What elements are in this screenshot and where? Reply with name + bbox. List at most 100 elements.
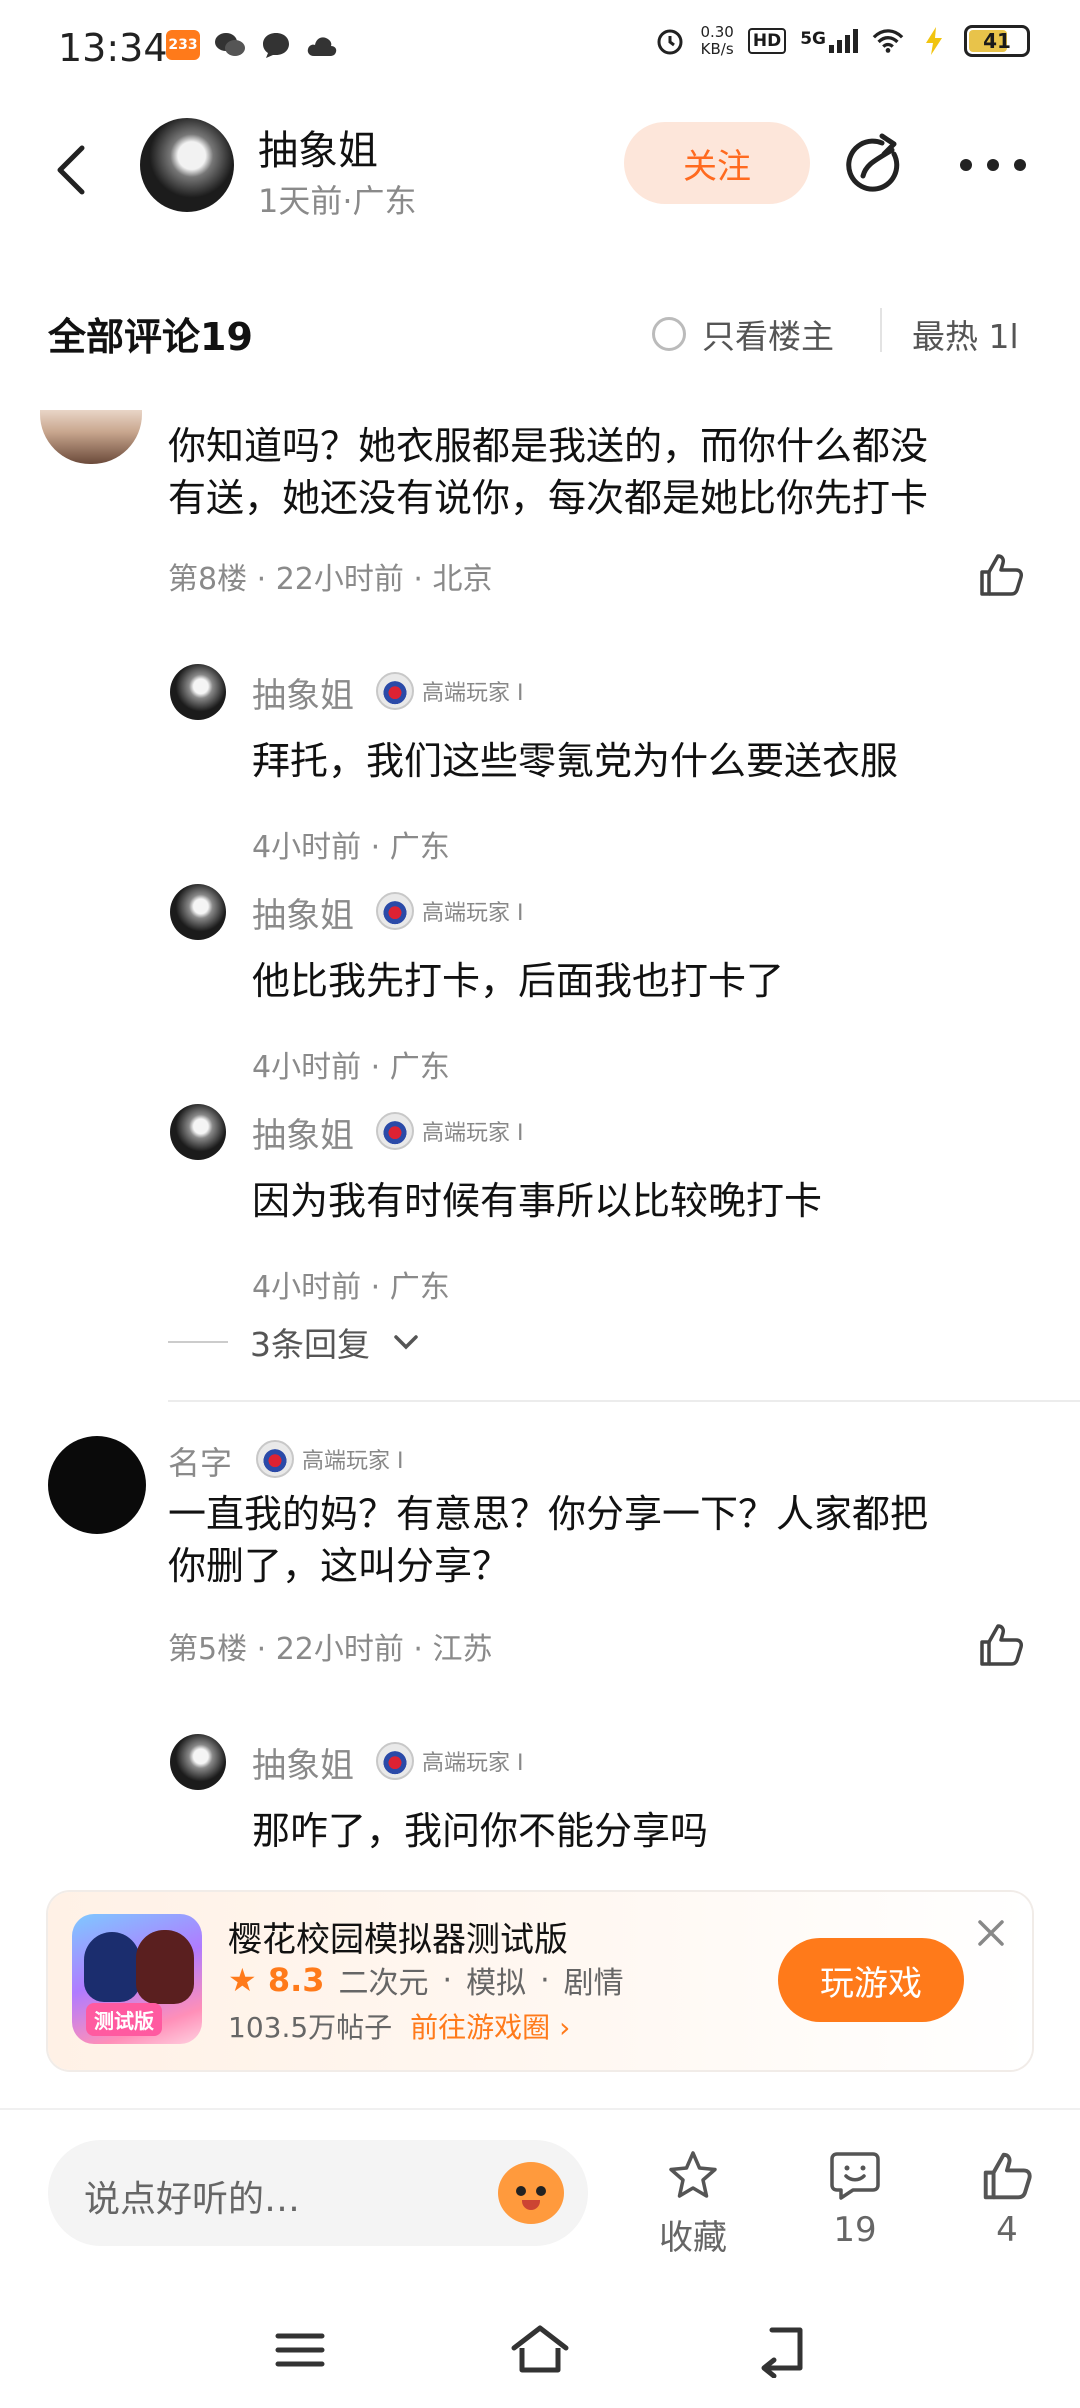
like-icon [983, 2152, 1032, 2200]
comment-input[interactable]: 说点好听的… [48, 2140, 588, 2246]
status-time: 13:34 [58, 26, 168, 70]
medal-icon [376, 672, 414, 710]
reply-text: 因为我有时候有事所以比较晚打卡 [252, 1179, 823, 1223]
comment-bubble-icon [830, 2152, 880, 2200]
medal-icon [256, 1440, 294, 1478]
divider [880, 308, 882, 352]
reply-avatar[interactable] [170, 1104, 226, 1160]
battery-level: 41 [983, 29, 1011, 53]
favorite-label: 收藏 [659, 2218, 727, 2258]
net-speed-value: 0.30 [700, 23, 734, 41]
reply-author-name[interactable]: 抽象姐 [252, 1108, 354, 1157]
reply-item: 抽象姐 高端玩家 I 因为我有时候有事所以比较晚打卡 4小时前 · 广东 [0, 1104, 1080, 1314]
reply-item: 抽象姐 高端玩家 I 他比我先打卡，后面我也打卡了 4小时前 · 广东 [0, 884, 1080, 1094]
back-button[interactable] [48, 140, 98, 200]
reply-meta: 4小时前 · 广东 [252, 1050, 450, 1085]
back-nav-icon[interactable] [752, 2322, 812, 2379]
player-badge: 高端玩家 I [376, 892, 523, 930]
battery-icon: 41 [964, 25, 1030, 57]
reply-avatar[interactable] [170, 884, 226, 940]
alarm-icon [654, 26, 686, 56]
chevron-right-icon: › [559, 2011, 571, 2044]
game-circle-link[interactable]: 前往游戏圈 › [410, 2006, 570, 2046]
signal-icon: 5G [800, 29, 858, 53]
mascot-emoji-icon[interactable] [498, 2162, 564, 2224]
like-icon[interactable] [976, 1620, 1026, 1670]
reply-text: 拜托，我们这些零氪党为什么要送衣服 [252, 739, 899, 783]
commenter-name[interactable]: 名字 [168, 1438, 232, 1484]
comments-button[interactable]: 19 [800, 2148, 910, 2250]
status-bar: 13:34 233 0.30 KB/s HD 5G 41 [0, 0, 1080, 100]
like-button[interactable]: 4 [952, 2148, 1062, 2250]
share-icon[interactable] [842, 132, 908, 198]
game-meta: ★ 8.3 二次元 · 模拟 · 剧情 [228, 1958, 624, 2002]
badge-label: 高端玩家 I [422, 681, 524, 706]
game-tag: 模拟 [466, 1966, 527, 2001]
tag-separator: · [442, 1962, 453, 1998]
app-badge-icon: 233 [166, 30, 200, 60]
comment-count: 19 [833, 2210, 877, 2250]
comments-toolbar: 全部评论19 只看楼主 最热 1l [0, 300, 1080, 360]
divider [168, 1400, 1080, 1402]
post-header: 抽象姐 1天前·广东 关注 [0, 110, 1080, 230]
reply-author-name[interactable]: 抽象姐 [252, 668, 354, 717]
chevron-down-icon [394, 1335, 418, 1350]
reply-avatar[interactable] [170, 1734, 226, 1790]
wechat-icon [214, 30, 246, 60]
game-sub: 103.5万帖子 前往游戏圈 › [228, 2006, 570, 2046]
game-icon-tag: 测试版 [86, 2003, 162, 2036]
expand-replies-button[interactable]: 3条回复 [168, 1318, 420, 1366]
net-speed: 0.30 KB/s [700, 24, 733, 58]
reply-avatar[interactable] [170, 664, 226, 720]
game-promo-card[interactable]: 测试版 樱花校园模拟器测试版 ★ 8.3 二次元 · 模拟 · 剧情 103.5… [48, 1892, 1032, 2070]
comment-text-line: 你知道吗？她衣服都是我送的，而你什么都没 [168, 424, 929, 468]
star-outline-icon [669, 2151, 717, 2198]
game-icon[interactable]: 测试版 [72, 1914, 202, 2044]
reply-text: 他比我先打卡，后面我也打卡了 [252, 959, 785, 1003]
comment-text-line: 有送，她还没有说你，每次都是她比你先打卡 [168, 476, 929, 520]
commenter-avatar[interactable] [48, 1436, 146, 1534]
divider [0, 2108, 1080, 2110]
cloud-icon [306, 30, 338, 60]
game-title[interactable]: 樱花校园模拟器测试版 [228, 1912, 568, 1961]
player-badge: 高端玩家 I [376, 1112, 523, 1150]
comments-title: 全部评论19 [48, 315, 253, 359]
more-replies-label: 3条回复 [250, 1325, 370, 1364]
play-game-button[interactable]: 玩游戏 [778, 1938, 964, 2022]
message-icon [260, 30, 292, 60]
star-icon: ★ [228, 1961, 257, 1999]
more-options-icon[interactable] [960, 150, 1026, 180]
commenter-avatar[interactable] [40, 410, 142, 464]
author-name[interactable]: 抽象姐 [258, 118, 378, 176]
hd-icon: HD [747, 28, 787, 54]
game-circle-label: 前往游戏圈 [410, 2011, 551, 2044]
medal-icon [376, 1742, 414, 1780]
menu-icon[interactable] [270, 2322, 330, 2378]
comment-text: 一直我的妈？有意思？你分享一下？人家都把 你删了，这叫分享？ [168, 1488, 1068, 1592]
system-nav-bar [0, 2300, 1080, 2400]
reply-author-name[interactable]: 抽象姐 [252, 888, 354, 937]
only-op-toggle[interactable]: 只看楼主 [652, 310, 834, 358]
badge-label: 高端玩家 I [302, 1449, 404, 1474]
follow-button[interactable]: 关注 [624, 122, 810, 204]
notification-icons: 233 [166, 30, 338, 60]
badge-label: 高端玩家 I [422, 1751, 524, 1776]
favorite-button[interactable]: 收藏 [638, 2148, 748, 2259]
author-meta: 1天前·广东 [258, 182, 417, 220]
radio-icon [652, 317, 686, 351]
sort-selector[interactable]: 最热 1l [912, 310, 1019, 358]
wifi-icon [872, 26, 904, 56]
home-icon[interactable] [508, 2322, 569, 2378]
game-tag: 剧情 [563, 1966, 624, 2001]
rating-value: 8.3 [267, 1961, 325, 1999]
reply-author-name[interactable]: 抽象姐 [252, 1738, 354, 1787]
close-icon[interactable] [974, 1916, 1008, 1950]
author-avatar[interactable] [140, 118, 234, 212]
comment-text-line: 你删了，这叫分享？ [168, 1544, 511, 1588]
net-speed-unit: KB/s [700, 40, 734, 58]
system-status-icons: 0.30 KB/s HD 5G 41 [654, 24, 1030, 58]
divider [168, 1341, 228, 1343]
signal-label: 5G [800, 29, 826, 49]
like-icon[interactable] [976, 550, 1026, 600]
comment-text: 你知道吗？她衣服都是我送的，而你什么都没 有送，她还没有说你，每次都是她比你先打… [168, 420, 1068, 524]
